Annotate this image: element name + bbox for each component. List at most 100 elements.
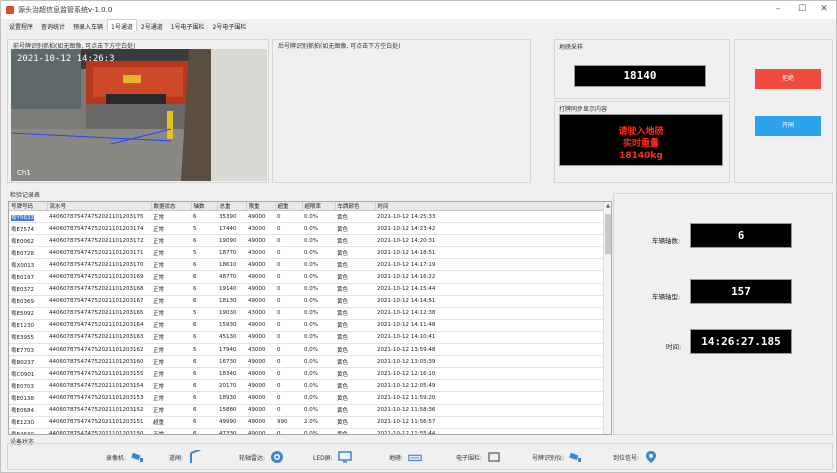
table-row[interactable]: 粤E4630 440607875474752021101203150正常64733… <box>9 428 604 434</box>
cell-status: 正常 <box>151 404 191 417</box>
cell-time: 2021-10-12 14:17:19 <box>375 258 604 272</box>
cell-overweight: 0 <box>275 246 302 260</box>
column-header-status[interactable]: 数据状态 <box>151 202 192 211</box>
table-row[interactable]: 粤E1230 440607875474752021101203151 超重 6 4999… <box>9 416 604 429</box>
cell-status: 正常 <box>151 258 191 272</box>
table-row[interactable]: 粤B0237 440607875474752021101203160 正常 6 1673… <box>9 355 604 369</box>
cell-limit: 49000 <box>246 270 275 284</box>
cell-over-rate: 0.0% <box>302 246 335 260</box>
rear-camera-label: 后号牌识别抓拍(如无图像, 可点击下方空白处) <box>278 43 401 50</box>
minimize-icon[interactable]: – <box>767 3 789 16</box>
records-grid[interactable]: 号牌号码 流水号 数据状态 轴数 总重 限重 超重 超限率 车牌颜色 时间 粤Y5633 44060… <box>8 201 612 435</box>
cell-plate: 粤C0901 <box>9 367 47 381</box>
cell-status: 正常 <box>151 343 191 357</box>
table-row[interactable]: 粤E1230 440607875474752021101203164 正常 6 1593… <box>9 319 604 332</box>
cell-total-weight: 16730 <box>217 355 246 369</box>
svg-text:2021-10-12 14:26:3: 2021-10-12 14:26:3 <box>17 54 115 64</box>
column-header-axles[interactable]: 轴数 <box>191 202 218 211</box>
cell-overweight: 990 <box>275 416 302 429</box>
tab-fence-2[interactable]: 2号电子围栏 <box>209 19 251 31</box>
cell-plate-text: 粤E0703 <box>11 383 34 390</box>
cell-axles: 5 <box>191 343 217 357</box>
led-screen: 请驶入地磅 实时重量 18140kg <box>559 114 723 166</box>
table-row[interactable]: 粤E0369 440607875474752021101203167 正常 6 1813… <box>9 295 604 308</box>
column-header-limit[interactable]: 限重 <box>246 202 276 211</box>
tab-query[interactable]: 查询统计 <box>37 19 69 31</box>
cell-plate-color: 黄色 <box>335 331 375 345</box>
fence-icon <box>487 450 501 464</box>
radar-icon <box>270 450 284 464</box>
cell-serial: 440607875474752021101203163 <box>47 331 151 345</box>
cell-serial: 440607875474752021101203170 <box>47 258 151 272</box>
cell-axles: 6 <box>191 428 217 434</box>
cell-plate: 粤E0062 <box>9 234 47 248</box>
cell-total-weight: 18770 <box>217 246 246 260</box>
maximize-icon[interactable]: ☐ <box>791 3 813 16</box>
cell-serial: 440607875474752021101203162 <box>47 343 151 357</box>
cell-plate: 粤E0369 <box>9 295 47 308</box>
cell-limit: 49000 <box>246 295 275 308</box>
column-header-plate-color[interactable]: 车牌颜色 <box>335 202 376 211</box>
cell-status: 正常 <box>151 234 191 248</box>
tab-lane-2[interactable]: 2号通道 <box>137 19 167 31</box>
table-row[interactable]: 粤Y5633 440607875474752021101203175 正常 6 3539… <box>9 210 604 224</box>
cell-limit: 49000 <box>246 428 275 434</box>
status-axle-radar-label: 轮轴雷达: <box>239 454 266 462</box>
scroll-up-icon[interactable]: ▲ <box>605 203 611 209</box>
column-header-serial[interactable]: 流水号 <box>47 202 152 211</box>
table-row[interactable]: 粤E7703 440607875474752021101203162 正常 5 1794… <box>9 343 604 357</box>
table-row[interactable]: 粤E0372 440607875474752021101203168 正常 6 1914… <box>9 283 604 296</box>
cell-time: 2021-10-12 12:05:49 <box>375 379 604 393</box>
cell-overweight: 0 <box>275 234 302 248</box>
cell-serial: 440607875474752021101203154 <box>47 379 151 393</box>
table-row[interactable]: 粤E0197 440607875474752021101203169 正常 6 4877… <box>9 270 604 284</box>
cell-overweight: 0 <box>275 319 302 332</box>
rear-camera-panel[interactable] <box>272 39 531 183</box>
tab-fence-1[interactable]: 1号电子围栏 <box>167 19 209 31</box>
column-header-over-rate[interactable]: 超限率 <box>302 202 336 211</box>
cell-plate: 粤E4630 <box>9 428 47 434</box>
cell-overweight: 0 <box>275 307 302 320</box>
cell-overweight: 0 <box>275 283 302 296</box>
tab-settings[interactable]: 设置程序 <box>5 19 37 31</box>
column-header-total-weight[interactable]: 总重 <box>217 202 247 211</box>
table-row[interactable]: 粤E7574 440607875474752021101203174 正常 5 1744… <box>9 222 604 236</box>
table-row[interactable]: 粤E3955 440607875474752021101203163 正常 6 4513… <box>9 331 604 345</box>
cell-axles: 6 <box>191 319 217 332</box>
table-row[interactable]: 粤E5092 440607875474752021101203165 正常 5 1903… <box>9 307 604 320</box>
reject-button[interactable]: 拒绝 <box>755 69 821 89</box>
cell-plate-color: 黄色 <box>335 270 375 284</box>
open-gate-button[interactable]: 开闸 <box>755 116 821 136</box>
cell-overweight: 0 <box>275 404 302 417</box>
front-camera-image[interactable]: 2021-10-12 14:26:3 Ch1 <box>11 49 267 181</box>
column-header-time[interactable]: 时间 <box>375 202 605 211</box>
cell-plate-text: 粤E1230 <box>11 323 34 330</box>
table-row[interactable]: 粤X0013 440607875474752021101203170 正常 6 1861… <box>9 258 604 272</box>
records-scrollbar[interactable]: ▲ <box>603 202 611 434</box>
column-header-overweight[interactable]: 超重 <box>275 202 303 211</box>
cell-serial: 440607875474752021101203160 <box>47 355 151 369</box>
cell-plate-text: 粤E0062 <box>11 238 34 245</box>
cell-time: 2021-10-12 11:59:20 <box>375 391 604 405</box>
tab-pre-entry[interactable]: 预录入车辆 <box>69 19 107 31</box>
cell-axles: 6 <box>191 367 217 381</box>
cell-plate-color: 黄色 <box>335 222 375 236</box>
barrier-icon <box>188 450 202 464</box>
table-row[interactable]: 粤E0728 440607875474752021101203171 正常 5 1877… <box>9 246 604 260</box>
records-label: 检验记录表 <box>10 192 41 199</box>
cell-total-weight: 48770 <box>217 270 246 284</box>
tab-lane-1[interactable]: 1号通道 <box>107 19 137 31</box>
cell-total-weight: 15930 <box>217 319 246 332</box>
table-row[interactable]: 粤E0684 440607875474752021101203152 正常 6 1588… <box>9 404 604 417</box>
table-row[interactable]: 粤E0703 440607875474752021101203154 正常 6 2017… <box>9 379 604 393</box>
scroll-thumb[interactable] <box>605 214 611 254</box>
table-row[interactable]: 粤E0138 440607875474752021101203153 正常 6 1893… <box>9 391 604 405</box>
column-header-plate[interactable]: 号牌号码 <box>9 202 48 211</box>
close-icon[interactable]: ✕ <box>813 3 835 16</box>
table-row[interactable]: 粤E0062 440607875474752021101203172 正常 6 1909… <box>9 234 604 248</box>
led-line-1: 请驶入地磅 <box>618 127 664 137</box>
table-row[interactable]: 粤C0901 440607875474752021101203155 正常 6 1834… <box>9 367 604 381</box>
plate-camera-icon <box>569 450 583 464</box>
cell-status: 正常 <box>151 391 191 405</box>
cell-axles: 5 <box>191 246 217 260</box>
